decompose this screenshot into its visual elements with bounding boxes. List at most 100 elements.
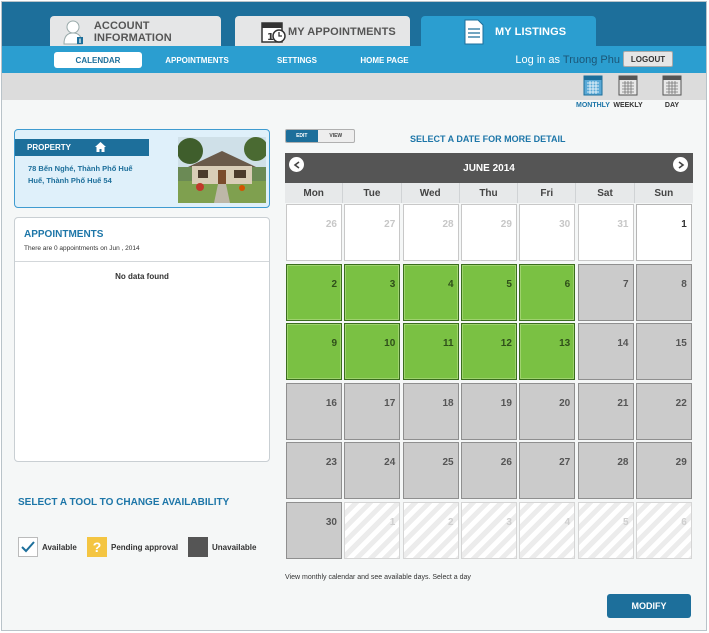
calendar-day-cell[interactable]: 31 <box>577 204 634 261</box>
calendar-day-cell[interactable]: 29 <box>460 204 517 261</box>
calendar-day-cell[interactable]: 7 <box>577 263 634 321</box>
calendar-day-cell[interactable]: 25 <box>402 442 459 499</box>
calendar-day-cell[interactable]: 30 <box>286 501 342 559</box>
tool-pending[interactable]: ? Pending approval <box>87 537 178 557</box>
calendar-header: JUNE 2014 <box>285 153 693 183</box>
calendar-day-cell[interactable]: 4 <box>402 263 459 321</box>
calendar-day-cell[interactable]: 14 <box>577 323 634 380</box>
calendar-day-cell[interactable]: 22 <box>635 382 692 440</box>
subnav-calendar[interactable]: CALENDAR <box>54 52 142 68</box>
modify-button[interactable]: MODIFY <box>607 594 691 618</box>
next-month-button[interactable] <box>673 157 688 172</box>
tool-unavailable[interactable]: Unavailable <box>188 537 256 557</box>
calendar-day-cell[interactable]: 6 <box>519 263 576 321</box>
calendar-day-cell[interactable]: 11 <box>402 323 459 380</box>
calendar-day-cell[interactable]: 9 <box>286 323 342 380</box>
user-info-icon: i <box>60 18 88 46</box>
calendar-day-cell[interactable]: 2 <box>402 501 459 559</box>
svg-text:i: i <box>79 38 81 45</box>
subnav-home-page[interactable]: HOME PAGE <box>357 52 412 68</box>
appointments-title: APPOINTMENTS <box>24 229 104 240</box>
calendar-day-cell[interactable]: 20 <box>519 382 576 440</box>
calendar-day-cell[interactable]: 19 <box>460 382 517 440</box>
calendar-day-cell[interactable]: 6 <box>635 501 692 559</box>
view-weekly[interactable]: WEEKLY <box>608 74 648 114</box>
divider <box>15 261 269 262</box>
home-icon <box>95 141 107 154</box>
unavailable-swatch-icon <box>188 537 208 557</box>
calendar-day-cell[interactable]: 27 <box>344 204 401 261</box>
calendar-day-cell[interactable]: 12 <box>460 323 517 380</box>
tool-available-label: Available <box>42 542 77 552</box>
tab-account-information-label: ACCOUNT INFORMATION <box>93 19 172 44</box>
view-monthly[interactable]: MONTHLY <box>573 74 613 114</box>
property-title: PROPERTY <box>27 143 72 152</box>
calendar-day-cell[interactable]: 21 <box>577 382 634 440</box>
calendar-day-cell[interactable]: 13 <box>519 323 576 380</box>
calendar-day-cell[interactable]: 3 <box>344 263 401 321</box>
calendar-day-cell[interactable]: 28 <box>402 204 459 261</box>
calendar-day-cell[interactable]: 18 <box>402 382 459 440</box>
view-monthly-label: MONTHLY <box>576 102 610 109</box>
calendar-day-cell[interactable]: 3 <box>460 501 517 559</box>
calendar-grid: 26 27 28 29 30 31 1 2 3 4 5 6 7 8 9 10 11 12 13 14 15 16 17 18 1… <box>285 203 693 560</box>
document-icon <box>461 18 487 46</box>
logout-button[interactable]: LOGOUT <box>623 51 673 67</box>
property-address: 78 Bến Nghé, Thành Phố Huế Huế, Thành Ph… <box>28 163 178 187</box>
property-address-line1: 78 Bến Nghé, Thành Phố Huế <box>28 164 133 173</box>
prev-month-button[interactable] <box>289 157 304 172</box>
calendar-day-cell[interactable]: 2 <box>286 263 342 321</box>
subnav-appointments[interactable]: APPOINTMENTS <box>162 52 232 68</box>
tab-my-listings-label: MY LISTINGS <box>495 25 567 38</box>
tools-title: SELECT A TOOL TO CHANGE AVAILABILITY <box>18 497 230 508</box>
page-frame: i ACCOUNT INFORMATION 1 MY APPOINTMENTS … <box>1 1 707 631</box>
calendar-day-icon <box>662 75 682 96</box>
calendar-day-cell[interactable]: 29 <box>635 442 692 499</box>
tool-pending-label: Pending approval <box>111 542 179 552</box>
tab-my-appointments[interactable]: 1 MY APPOINTMENTS <box>235 16 410 47</box>
calendar-day-cell[interactable]: 28 <box>577 442 634 499</box>
view-day-label: DAY <box>664 102 680 109</box>
view-mode-button[interactable]: VIEW <box>318 130 354 142</box>
calendar-day-cell[interactable]: 16 <box>286 382 342 440</box>
calendar-day-cell[interactable]: 5 <box>577 501 634 559</box>
property-card[interactable]: PROPERTY 78 Bến Nghé, Thành Phố Huế Huế,… <box>14 129 270 208</box>
subnav-settings[interactable]: SETTINGS <box>272 52 322 68</box>
checkmark-icon <box>18 537 38 557</box>
calendar-day-cell[interactable]: 5 <box>460 263 517 321</box>
calendar-day-cell[interactable]: 17 <box>344 382 401 440</box>
tab-my-appointments-label: MY APPOINTMENTS <box>288 25 396 38</box>
edit-mode-button[interactable]: EDIT <box>286 130 318 142</box>
calendar-day-cell[interactable]: 15 <box>635 323 692 380</box>
calendar-day-cell[interactable]: 8 <box>635 263 692 321</box>
calendar-day-cell[interactable]: 26 <box>286 204 342 261</box>
chevron-left-icon <box>293 160 299 169</box>
calendar-day-cell[interactable]: 23 <box>286 442 342 499</box>
property-header: PROPERTY <box>15 139 149 156</box>
calendar-day-cell[interactable]: 1 <box>344 501 401 559</box>
view-day[interactable]: DAY <box>652 74 692 114</box>
weekday-mon: Mon <box>285 183 344 203</box>
calendar-day-cell[interactable]: 1 <box>635 204 692 261</box>
weekday-sat: Sat <box>576 183 635 203</box>
calendar-week-icon <box>618 75 638 96</box>
weekday-sun: Sun <box>634 183 693 203</box>
calendar-day-cell[interactable]: 4 <box>519 501 576 559</box>
login-status: Log in as Truong Phu <box>515 54 620 66</box>
edit-view-toggle[interactable]: EDIT VIEW <box>285 129 355 143</box>
calendar-month-icon <box>583 75 603 96</box>
calendar-day-cell[interactable]: 10 <box>344 323 401 380</box>
login-username: Truong Phu <box>562 54 620 66</box>
tool-available[interactable]: Available <box>18 537 77 557</box>
calendar-footnote: View monthly calendar and see available … <box>285 574 471 581</box>
tab-my-listings[interactable]: MY LISTINGS <box>421 16 596 47</box>
calendar-day-cell[interactable]: 26 <box>460 442 517 499</box>
weekday-header: Mon Tue Wed Thu Fri Sat Sun <box>285 183 693 203</box>
view-weekly-label: WEEKLY <box>613 102 643 109</box>
calendar-clock-icon: 1 <box>261 18 287 46</box>
appointments-panel: APPOINTMENTS There are 0 appointments on… <box>14 217 270 462</box>
calendar-day-cell[interactable]: 24 <box>344 442 401 499</box>
calendar-day-cell[interactable]: 27 <box>519 442 576 499</box>
tab-account-information[interactable]: i ACCOUNT INFORMATION <box>50 16 221 47</box>
calendar-day-cell[interactable]: 30 <box>519 204 576 261</box>
